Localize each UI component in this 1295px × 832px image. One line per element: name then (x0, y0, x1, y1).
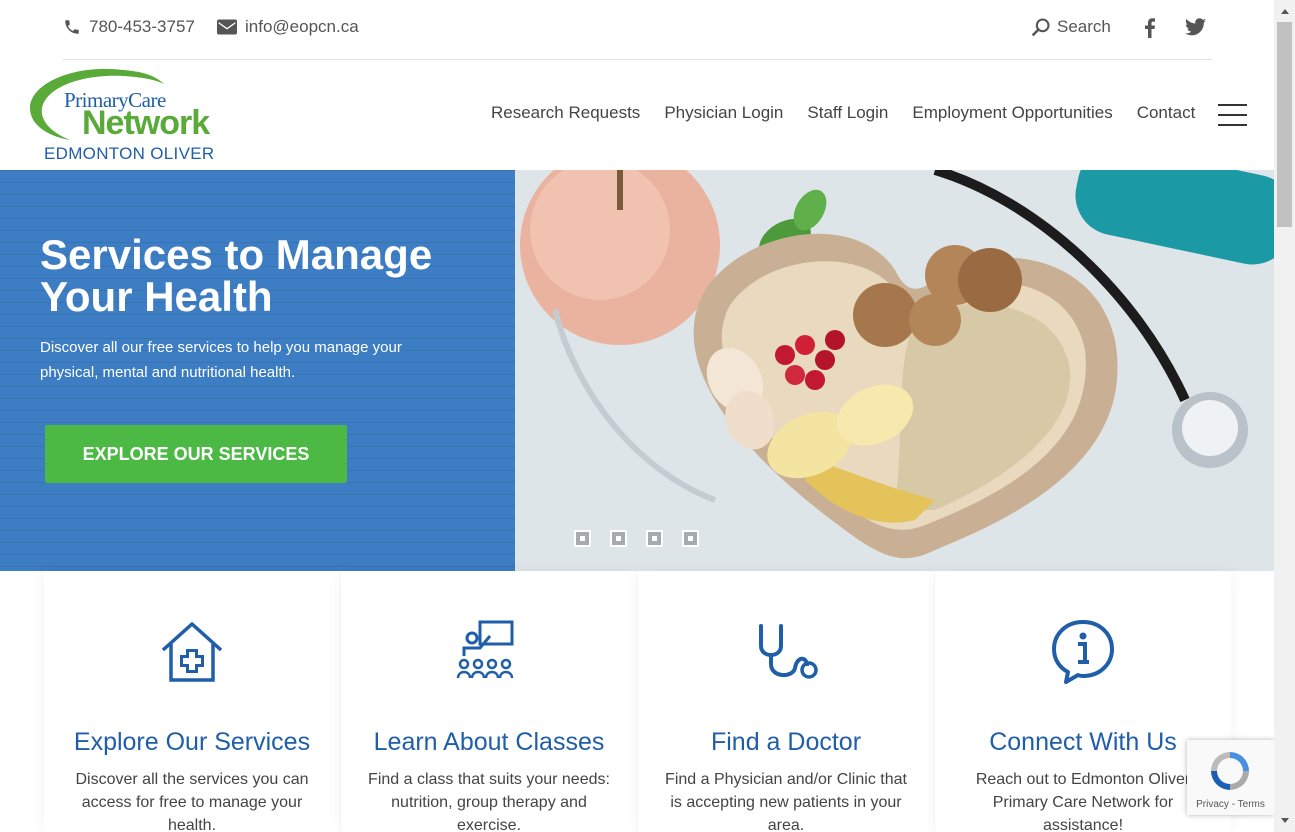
scroll-down-icon[interactable] (1281, 818, 1289, 823)
nav-research-requests[interactable]: Research Requests (491, 103, 640, 123)
card-text: Find a Physician and/or Clinic that is a… (665, 771, 907, 832)
home-health-icon (161, 622, 223, 682)
card-learn-classes[interactable]: Learn About Classes Find a class that su… (341, 571, 637, 832)
search-button[interactable]: Search (1031, 17, 1111, 37)
card-explore-services[interactable]: Explore Our Services Discover all the se… (44, 571, 340, 832)
card-title: Explore Our Services (73, 728, 311, 756)
pcn-logo[interactable]: PrimaryCare Network EDMONTON OLIVER (28, 66, 224, 164)
nav-staff-login[interactable]: Staff Login (807, 103, 888, 123)
card-title: Find a Doctor (710, 728, 862, 756)
logo-line3: EDMONTON OLIVER (44, 144, 215, 163)
recaptcha-badge[interactable]: Privacy - Terms (1187, 740, 1274, 815)
envelope-icon (217, 19, 237, 35)
card-title: Learn About Classes (373, 728, 605, 756)
scroll-thumb[interactable] (1277, 22, 1292, 227)
classroom-icon (456, 620, 514, 679)
twitter-link[interactable] (1185, 18, 1206, 41)
phone-number: 780-453-3757 (89, 17, 195, 36)
logo-line2: Network (82, 104, 210, 142)
explore-services-button[interactable]: EXPLORE OUR SERVICES (45, 425, 347, 483)
hero-subtitle: Discover all our free services to help y… (40, 339, 402, 381)
card-text: Discover all the services you can access… (75, 771, 309, 832)
card-text: Reach out to Edmonton Oliver Primary Car… (975, 771, 1191, 832)
facebook-link[interactable] (1143, 18, 1157, 43)
card-find-doctor[interactable]: Find a Doctor Find a Physician and/or Cl… (638, 571, 934, 832)
nav-physician-login[interactable]: Physician Login (664, 103, 783, 123)
hamburger-menu-icon[interactable] (1218, 104, 1247, 126)
slider-dot-3[interactable] (646, 530, 663, 547)
phone-link[interactable]: 780-453-3757 (63, 17, 195, 37)
nav-employment-opportunities[interactable]: Employment Opportunities (912, 103, 1112, 123)
heart-bowl-image (515, 170, 1274, 571)
page-scrollbar[interactable] (1274, 0, 1295, 832)
hero-title: Services to Manage Your Health (40, 231, 433, 320)
slider-dots (574, 530, 718, 547)
nav-contact[interactable]: Contact (1137, 103, 1196, 123)
main-nav: Research Requests Physician Login Staff … (491, 103, 1195, 123)
twitter-icon (1185, 18, 1206, 36)
facebook-icon (1145, 18, 1155, 38)
hero-panel: Services to Manage Your Health Discover … (0, 170, 515, 571)
stethoscope-icon (759, 624, 818, 679)
recaptcha-icon (1211, 752, 1249, 790)
email-address: info@eopcn.ca (245, 17, 359, 36)
email-link[interactable]: info@eopcn.ca (217, 17, 359, 37)
scroll-up-icon[interactable] (1281, 9, 1289, 14)
search-label: Search (1057, 17, 1111, 36)
slider-dot-4[interactable] (682, 530, 699, 547)
recaptcha-links[interactable]: Privacy - Terms (1187, 799, 1274, 810)
hero-image (515, 170, 1274, 571)
phone-icon (65, 20, 79, 34)
slider-dot-2[interactable] (610, 530, 627, 547)
info-bubble-icon (1052, 620, 1114, 684)
card-text: Find a class that suits your needs: nutr… (368, 771, 610, 832)
search-icon (1031, 18, 1050, 37)
feature-cards: Explore Our Services Discover all the se… (44, 571, 1231, 832)
slider-dot-1[interactable] (574, 530, 591, 547)
hero-slider: Services to Manage Your Health Discover … (0, 170, 1274, 571)
top-bar: 780-453-3757 info@eopcn.ca Search (63, 0, 1212, 60)
